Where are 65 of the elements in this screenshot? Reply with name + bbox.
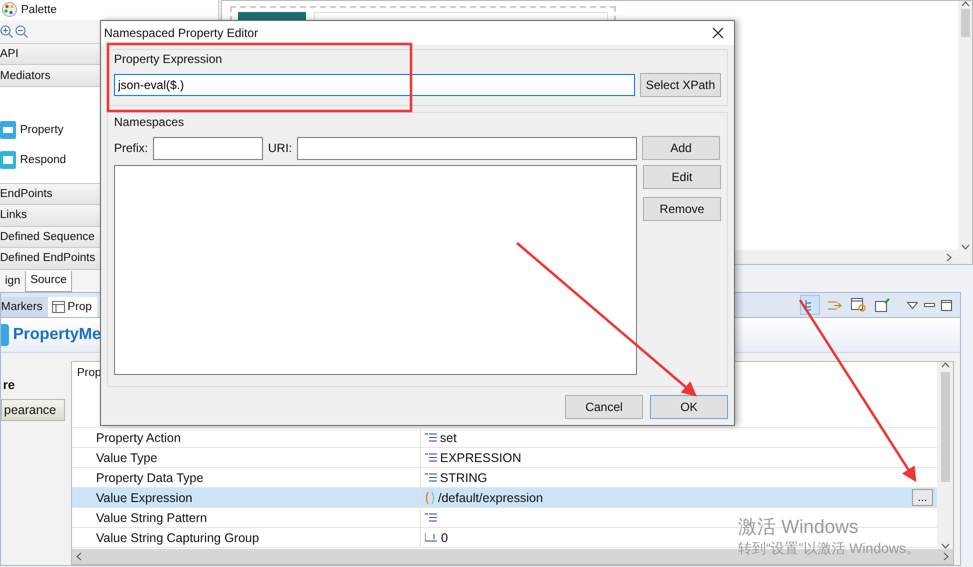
filter-arrows-icon[interactable] bbox=[826, 298, 842, 312]
property-name[interactable]: Value Type bbox=[72, 448, 421, 467]
palette-tool[interactable]: Respond bbox=[20, 154, 66, 166]
view-tab[interactable]: Markers bbox=[1, 297, 48, 317]
palette-icon bbox=[2, 2, 17, 18]
zoom-out-icon[interactable] bbox=[15, 24, 28, 38]
scrollbar-thumb[interactable] bbox=[940, 372, 950, 482]
pin-window-icon[interactable] bbox=[874, 298, 890, 312]
expression-icon bbox=[425, 490, 435, 504]
scroll-right-icon[interactable] bbox=[943, 552, 949, 561]
number-icon bbox=[425, 533, 438, 542]
property-name[interactable]: Property Data Type bbox=[72, 468, 421, 487]
prefix-field[interactable] bbox=[153, 136, 264, 160]
zoom-in-icon[interactable] bbox=[0, 24, 13, 38]
activation-title: 激活 Windows bbox=[738, 516, 860, 540]
property-name[interactable]: Value String Capturing Group bbox=[72, 528, 421, 547]
list-icon bbox=[425, 453, 437, 462]
dialog-button[interactable]: OK bbox=[650, 395, 728, 419]
palette-tool[interactable]: Property bbox=[20, 124, 64, 136]
scroll-right-icon[interactable] bbox=[946, 252, 952, 262]
browse-button[interactable]: ... bbox=[912, 489, 933, 506]
palette-title: Palette bbox=[21, 4, 57, 16]
add-button[interactable]: Add bbox=[642, 136, 720, 160]
scroll-up-icon[interactable] bbox=[960, 1, 970, 7]
property-value: EXPRESSION bbox=[440, 450, 522, 464]
list-icon bbox=[425, 513, 437, 522]
dialog-button[interactable]: Cancel bbox=[565, 395, 643, 419]
list-icon bbox=[425, 473, 437, 482]
minimize-icon[interactable] bbox=[924, 303, 935, 307]
scroll-left-icon[interactable] bbox=[76, 552, 82, 561]
property-name[interactable]: Value Expression bbox=[72, 488, 421, 507]
scroll-down-icon[interactable] bbox=[960, 244, 970, 250]
section-tab[interactable]: re bbox=[1, 375, 65, 395]
close-icon[interactable] bbox=[712, 27, 724, 39]
maximize-icon[interactable] bbox=[941, 300, 952, 310]
uri-field[interactable] bbox=[297, 136, 638, 160]
property-value: set bbox=[440, 430, 457, 444]
table-icon bbox=[52, 301, 65, 313]
editor-tab[interactable]: Source bbox=[25, 270, 72, 292]
column-header: Prop bbox=[77, 367, 102, 379]
list-icon bbox=[425, 433, 437, 442]
property-name[interactable]: Property Action bbox=[72, 428, 421, 447]
window-undo-icon[interactable] bbox=[850, 298, 866, 312]
dialog-title: Namespaced Property Editor bbox=[104, 26, 258, 40]
activation-hint: 转到“设置”以激活 Windows。 bbox=[738, 540, 920, 558]
group-label: Namespaces bbox=[114, 115, 186, 131]
property-mediator-icon bbox=[1, 324, 9, 346]
namespace-button[interactable]: Remove bbox=[643, 197, 721, 221]
property-name[interactable]: Value String Pattern bbox=[72, 508, 421, 527]
property-value: 0 bbox=[441, 530, 448, 544]
expression-field[interactable]: json-eval($.) bbox=[114, 74, 635, 96]
scroll-up-icon[interactable] bbox=[940, 362, 950, 368]
view-tab[interactable]: Prop bbox=[48, 297, 97, 317]
property-value: /default/expression bbox=[438, 490, 543, 504]
property-value: STRING bbox=[440, 470, 488, 484]
select-xpath-button[interactable]: Select XPath bbox=[640, 73, 721, 97]
editor-tab[interactable]: ign bbox=[0, 270, 26, 292]
view-menu-icon[interactable] bbox=[907, 302, 918, 308]
view-title: PropertyMe bbox=[13, 326, 102, 344]
scrollbar-thumb[interactable] bbox=[960, 9, 970, 37]
uri-label: URI: bbox=[268, 141, 292, 155]
namespace-button[interactable]: Edit bbox=[643, 165, 721, 189]
scroll-down-icon[interactable] bbox=[940, 543, 950, 549]
section-tab[interactable]: pearance bbox=[1, 399, 65, 421]
prefix-label: Prefix: bbox=[114, 141, 148, 155]
